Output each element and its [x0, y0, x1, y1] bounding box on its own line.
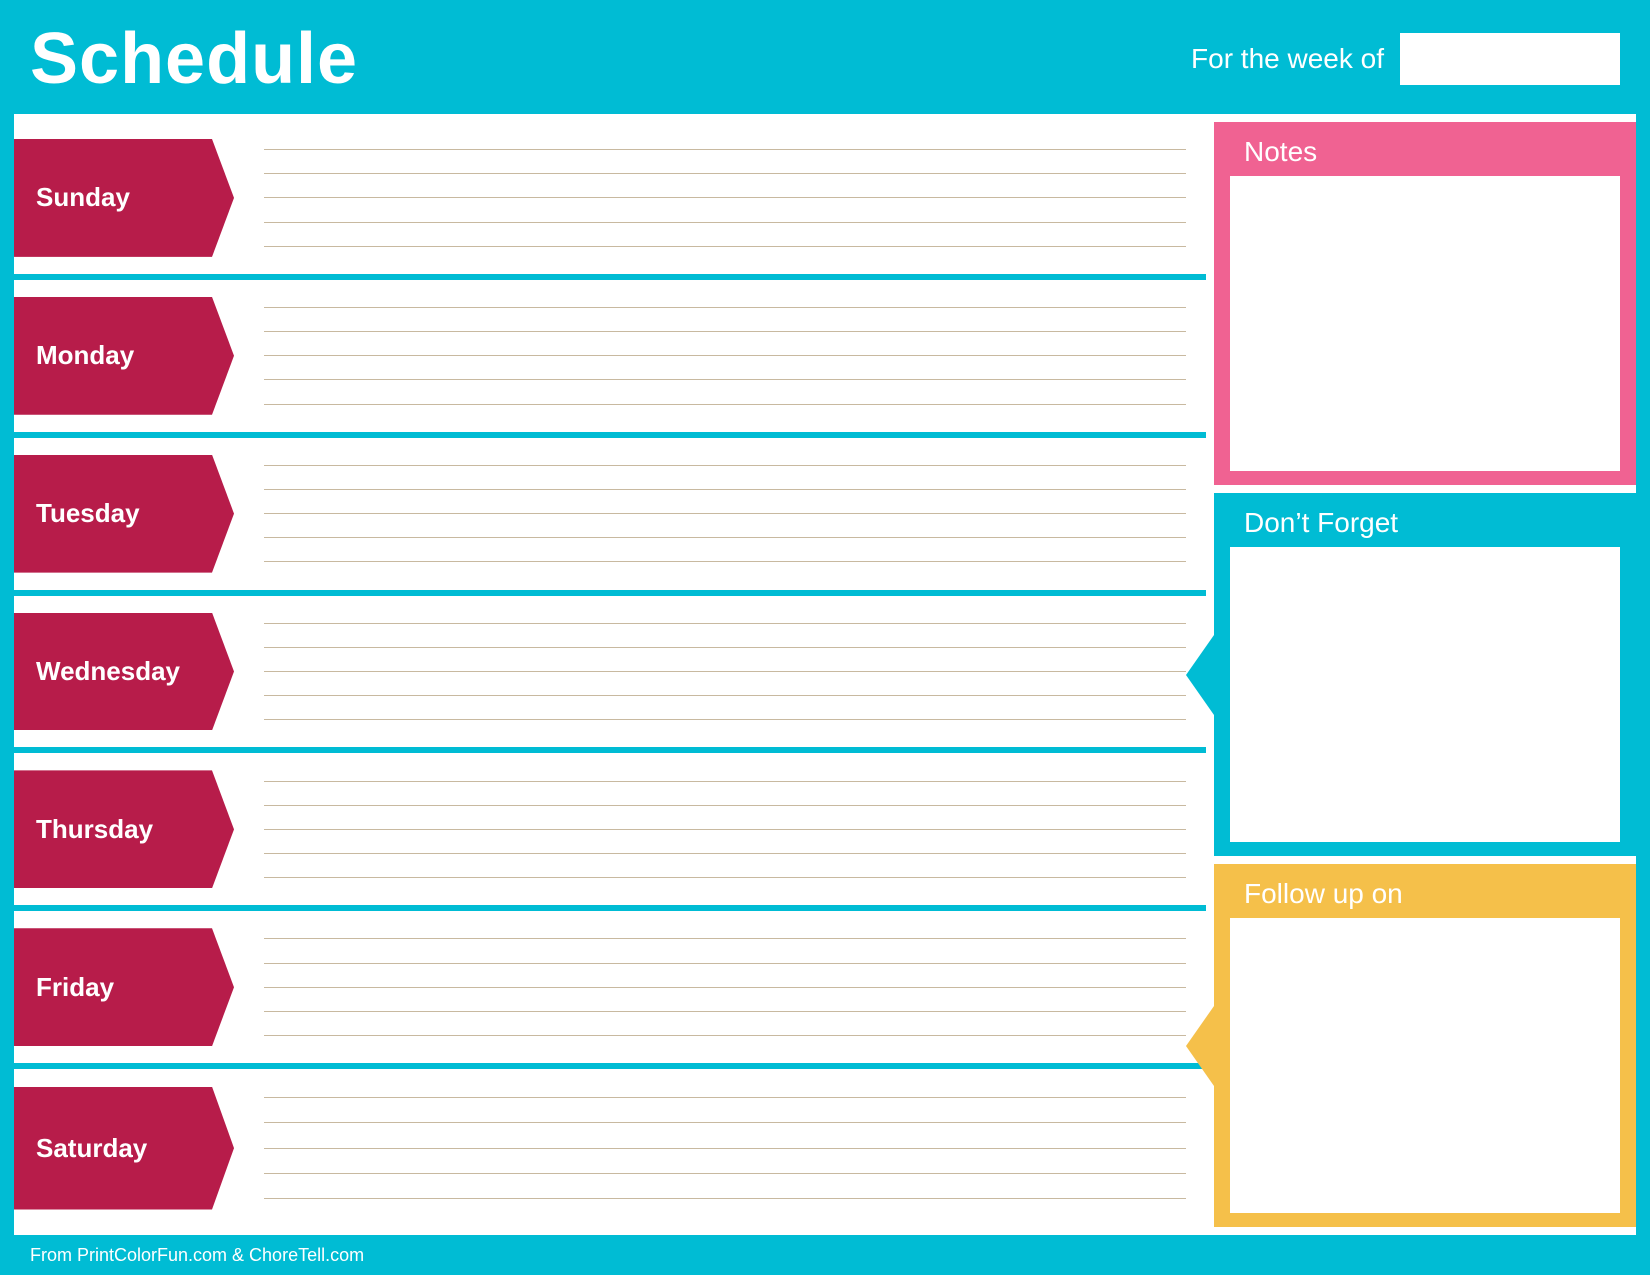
day-lines-wednesday — [254, 596, 1206, 748]
day-label-monday: Monday — [14, 297, 234, 415]
schedule-line — [264, 987, 1186, 988]
schedule-line — [264, 489, 1186, 490]
schedule-line — [264, 379, 1186, 380]
day-lines-saturday — [254, 1069, 1206, 1227]
schedule-line — [264, 537, 1186, 538]
schedule-line — [264, 853, 1186, 854]
dont-forget-arrow — [1186, 635, 1214, 715]
schedule-line — [264, 197, 1186, 198]
schedule-line — [264, 173, 1186, 174]
schedule-line — [264, 647, 1186, 648]
day-row-friday: Friday — [14, 911, 1206, 1069]
day-label-sunday: Sunday — [14, 139, 234, 257]
days-container: Sunday Monday Tuesday Wednesday Thursday Frid… — [14, 122, 1206, 1227]
day-label-saturday: Saturday — [14, 1087, 234, 1210]
schedule-line — [264, 561, 1186, 562]
dont-forget-section: Don’t Forget — [1214, 493, 1636, 856]
schedule-line — [264, 963, 1186, 964]
day-lines-monday — [254, 280, 1206, 432]
schedule-line — [264, 246, 1186, 247]
schedule-line — [264, 1011, 1186, 1012]
day-lines-sunday — [254, 122, 1206, 274]
schedule-line — [264, 513, 1186, 514]
schedule-line — [264, 1148, 1186, 1149]
schedule-line — [264, 404, 1186, 405]
day-row-thursday: Thursday — [14, 753, 1206, 911]
schedule-line — [264, 1097, 1186, 1098]
follow-up-section: Follow up on — [1214, 864, 1636, 1227]
schedule-line — [264, 1035, 1186, 1036]
schedule-line — [264, 719, 1186, 720]
notes-textarea[interactable] — [1230, 176, 1620, 471]
schedule-line — [264, 1173, 1186, 1174]
schedule-line — [264, 1122, 1186, 1123]
dont-forget-textarea[interactable] — [1230, 547, 1620, 842]
footer-text: From PrintColorFun.com & ChoreTell.com — [30, 1245, 364, 1266]
schedule-line — [264, 149, 1186, 150]
schedule-line — [264, 623, 1186, 624]
day-lines-thursday — [254, 753, 1206, 905]
day-row-saturday: Saturday — [14, 1069, 1206, 1227]
schedule-line — [264, 805, 1186, 806]
schedule-line — [264, 938, 1186, 939]
follow-up-arrow — [1186, 1006, 1214, 1086]
footer: From PrintColorFun.com & ChoreTell.com — [0, 1235, 1650, 1275]
schedule-line — [264, 355, 1186, 356]
header-right: For the week of — [1191, 33, 1620, 85]
day-label-tuesday: Tuesday — [14, 455, 234, 573]
day-row-wednesday: Wednesday — [14, 596, 1206, 754]
schedule-line — [264, 331, 1186, 332]
day-row-tuesday: Tuesday — [14, 438, 1206, 596]
day-label-friday: Friday — [14, 928, 234, 1046]
schedule-line — [264, 1198, 1186, 1199]
schedule-line — [264, 222, 1186, 223]
week-of-input[interactable] — [1400, 33, 1620, 85]
day-label-thursday: Thursday — [14, 770, 234, 888]
schedule-line — [264, 695, 1186, 696]
day-row-monday: Monday — [14, 280, 1206, 438]
notes-header: Notes — [1214, 122, 1636, 176]
page-wrapper: Schedule For the week of Sunday Monday Tue… — [0, 0, 1650, 1275]
follow-up-header: Follow up on — [1214, 864, 1636, 918]
schedule-line — [264, 877, 1186, 878]
week-of-label: For the week of — [1191, 43, 1384, 75]
schedule-line — [264, 829, 1186, 830]
dont-forget-header: Don’t Forget — [1214, 493, 1636, 547]
header: Schedule For the week of — [0, 0, 1650, 114]
day-lines-friday — [254, 911, 1206, 1063]
day-row-sunday: Sunday — [14, 122, 1206, 280]
notes-section: Notes — [1214, 122, 1636, 485]
schedule-line — [264, 781, 1186, 782]
schedule-left: Sunday Monday Tuesday Wednesday Thursday Frid… — [14, 114, 1206, 1235]
schedule-line — [264, 671, 1186, 672]
schedule-line — [264, 465, 1186, 466]
right-panel: Notes Don’t Forget Follow up on — [1206, 114, 1636, 1235]
schedule-line — [264, 307, 1186, 308]
page-title: Schedule — [30, 18, 358, 100]
follow-up-textarea[interactable] — [1230, 918, 1620, 1213]
day-lines-tuesday — [254, 438, 1206, 590]
day-label-wednesday: Wednesday — [14, 613, 234, 731]
